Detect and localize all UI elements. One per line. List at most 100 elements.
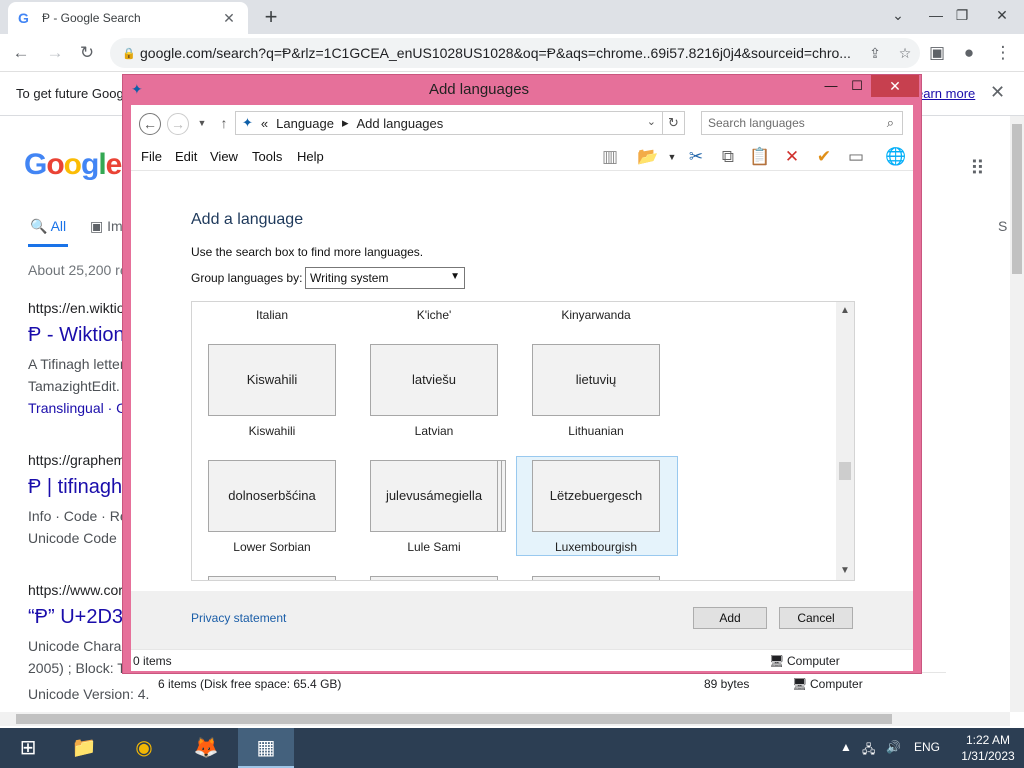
restore-icon[interactable]: ❐ — [944, 0, 980, 30]
address-bar[interactable]: 🔒 google.com/search?q=Ᵽ&rlz=1C1GCEA_enUS… — [110, 38, 920, 68]
page-vertical-scrollbar[interactable] — [1010, 116, 1024, 712]
back-icon[interactable]: ← — [8, 40, 34, 66]
cut-icon[interactable]: ✂ — [683, 146, 709, 168]
folder-options-icon[interactable]: 📂 — [635, 146, 661, 168]
forward-icon[interactable]: → — [167, 113, 189, 135]
maximize-icon[interactable]: ☐ — [843, 75, 871, 97]
language-tile-group[interactable]: julevusámegiella — [370, 460, 498, 532]
browser-tab[interactable]: G Ᵽ - Google Search ✕ — [8, 2, 248, 34]
show-hidden-icons-chevron-icon[interactable]: ▲ — [840, 740, 852, 754]
close-window-icon[interactable]: ✕ — [984, 0, 1020, 30]
privacy-statement-link[interactable]: Privacy statement — [191, 611, 286, 625]
scroll-down-icon[interactable]: ▼ — [836, 562, 854, 580]
layout-pane-icon[interactable]: ▥ — [597, 146, 623, 168]
copy-icon[interactable]: ⧉ — [715, 146, 741, 168]
breadcrumb[interactable]: ✦ « Language ▸ Add languages ⌄ — [235, 111, 663, 135]
chrome-icon[interactable]: ◉ — [116, 728, 172, 768]
language-tile[interactable]: latviešu — [370, 344, 498, 416]
group-by-select[interactable]: Writing system ▼ — [305, 267, 465, 289]
clock[interactable]: 1:22 AM 1/31/2023 — [956, 732, 1020, 764]
language-label[interactable]: Latvian — [370, 424, 498, 438]
folder-dropdown-chevron-icon[interactable]: ▼ — [659, 146, 685, 168]
bookmark-star-icon[interactable]: ☆ — [890, 45, 920, 62]
group-by-value: Writing system — [310, 271, 389, 285]
language-label[interactable]: Lithuanian — [532, 424, 660, 438]
result-sitelink[interactable]: Translingual · C — [28, 400, 126, 416]
delete-icon[interactable]: ✕ — [779, 146, 805, 168]
search-icon[interactable]: ⌕ — [887, 115, 894, 131]
close-window-icon[interactable]: ✕ — [871, 75, 919, 97]
menu-kebab-icon[interactable]: ⋮ — [990, 40, 1016, 66]
breadcrumb-item-language[interactable]: Language — [276, 116, 334, 131]
tab-images[interactable]: ▣ Im — [90, 218, 123, 235]
language-label[interactable]: K'iche' — [370, 308, 498, 322]
result-title[interactable]: “Ᵽ” U+2D3 — [28, 606, 123, 629]
language-label[interactable]: Kiswahili — [208, 424, 336, 438]
window-titlebar[interactable]: ✦ Add languages — ☐ ✕ — [123, 75, 921, 105]
menu-view[interactable]: View — [210, 149, 238, 164]
up-icon[interactable]: ↑ — [213, 113, 235, 135]
checkmark-icon[interactable]: ✔ — [811, 146, 837, 168]
profile-icon[interactable]: ● — [956, 40, 982, 66]
language-label[interactable]: Kinyarwanda — [532, 308, 660, 322]
minimize-icon[interactable]: — — [817, 75, 845, 97]
close-tab-icon[interactable]: ✕ — [220, 10, 238, 27]
scroll-thumb[interactable] — [1012, 124, 1022, 274]
language-tile[interactable]: lietuvių — [532, 344, 660, 416]
file-explorer-icon[interactable]: 📁 — [56, 728, 112, 768]
language-tile-partial[interactable] — [370, 576, 498, 580]
result-url[interactable]: https://www.cor — [28, 582, 123, 598]
menu-help[interactable]: Help — [297, 149, 324, 164]
forward-icon[interactable]: → — [42, 40, 68, 66]
properties-icon[interactable]: ▭ — [843, 146, 869, 168]
tab-search-chevron-icon[interactable]: ⌄ — [880, 0, 916, 30]
refresh-icon[interactable]: ↻ — [663, 111, 685, 135]
globe-icon[interactable]: 🌐 — [883, 146, 909, 168]
recent-locations-chevron-icon[interactable]: ▼ — [191, 113, 213, 135]
learn-more-link[interactable]: earn more — [916, 86, 975, 101]
add-button[interactable]: Add — [693, 607, 767, 629]
page-horizontal-scrollbar[interactable] — [0, 712, 1010, 726]
input-language-indicator[interactable]: ENG — [914, 740, 940, 754]
result-title[interactable]: Ᵽ - Wiktion — [28, 324, 125, 347]
side-panel-icon[interactable]: ▣ — [924, 40, 950, 66]
new-tab-button[interactable]: + — [258, 4, 284, 30]
list-scrollbar[interactable]: ▲ ▼ — [836, 302, 854, 580]
start-windows-icon[interactable]: ⊞ — [0, 728, 56, 768]
breadcrumb-item-add-languages[interactable]: Add languages — [357, 116, 444, 131]
search-languages-input[interactable]: Search languages ⌕ — [701, 111, 903, 135]
language-label[interactable]: Lule Sami — [370, 540, 498, 554]
paste-icon[interactable]: 📋 — [747, 146, 773, 168]
language-tile[interactable]: dolnoserbšćina — [208, 460, 336, 532]
address-dropdown-chevron-icon[interactable]: ⌄ — [647, 115, 656, 128]
language-tile-partial[interactable] — [532, 576, 660, 580]
language-label[interactable]: Lower Sorbian — [208, 540, 336, 554]
result-url[interactable]: https://en.wiktio — [28, 300, 125, 316]
language-label[interactable]: Luxembourgish — [532, 540, 660, 554]
back-icon[interactable]: ← — [139, 113, 161, 135]
control-panel-icon[interactable]: ▦ — [238, 728, 294, 768]
infobar-close-icon[interactable]: ✕ — [990, 82, 1005, 103]
menu-edit[interactable]: Edit — [175, 149, 197, 164]
result-url[interactable]: https://graphem — [28, 452, 125, 468]
language-tile-selected[interactable]: Lëtzebuergesch — [532, 460, 660, 532]
apps-grid-icon[interactable]: ⠿ — [970, 156, 985, 181]
tab-settings-partial[interactable]: S — [998, 218, 1007, 234]
google-logo[interactable]: Google — [24, 148, 122, 182]
result-title[interactable]: Ᵽ | tifinagh — [28, 476, 122, 499]
network-icon[interactable]: 🖧 — [862, 740, 875, 761]
language-tile-partial[interactable] — [208, 576, 336, 580]
scroll-thumb[interactable] — [839, 462, 851, 480]
scroll-thumb[interactable] — [16, 714, 892, 724]
language-tile[interactable]: Kiswahili — [208, 344, 336, 416]
firefox-icon[interactable]: 🦊 — [178, 728, 234, 768]
menu-file[interactable]: File — [141, 149, 162, 164]
scroll-up-icon[interactable]: ▲ — [836, 302, 854, 320]
volume-icon[interactable]: 🔊 — [886, 740, 901, 754]
tab-all[interactable]: 🔍 All — [30, 218, 66, 235]
cancel-button[interactable]: Cancel — [779, 607, 853, 629]
menu-tools[interactable]: Tools — [252, 149, 282, 164]
language-label[interactable]: Italian — [208, 308, 336, 322]
reload-icon[interactable]: ↻ — [74, 40, 100, 66]
share-icon[interactable]: ⇪ — [860, 45, 890, 62]
